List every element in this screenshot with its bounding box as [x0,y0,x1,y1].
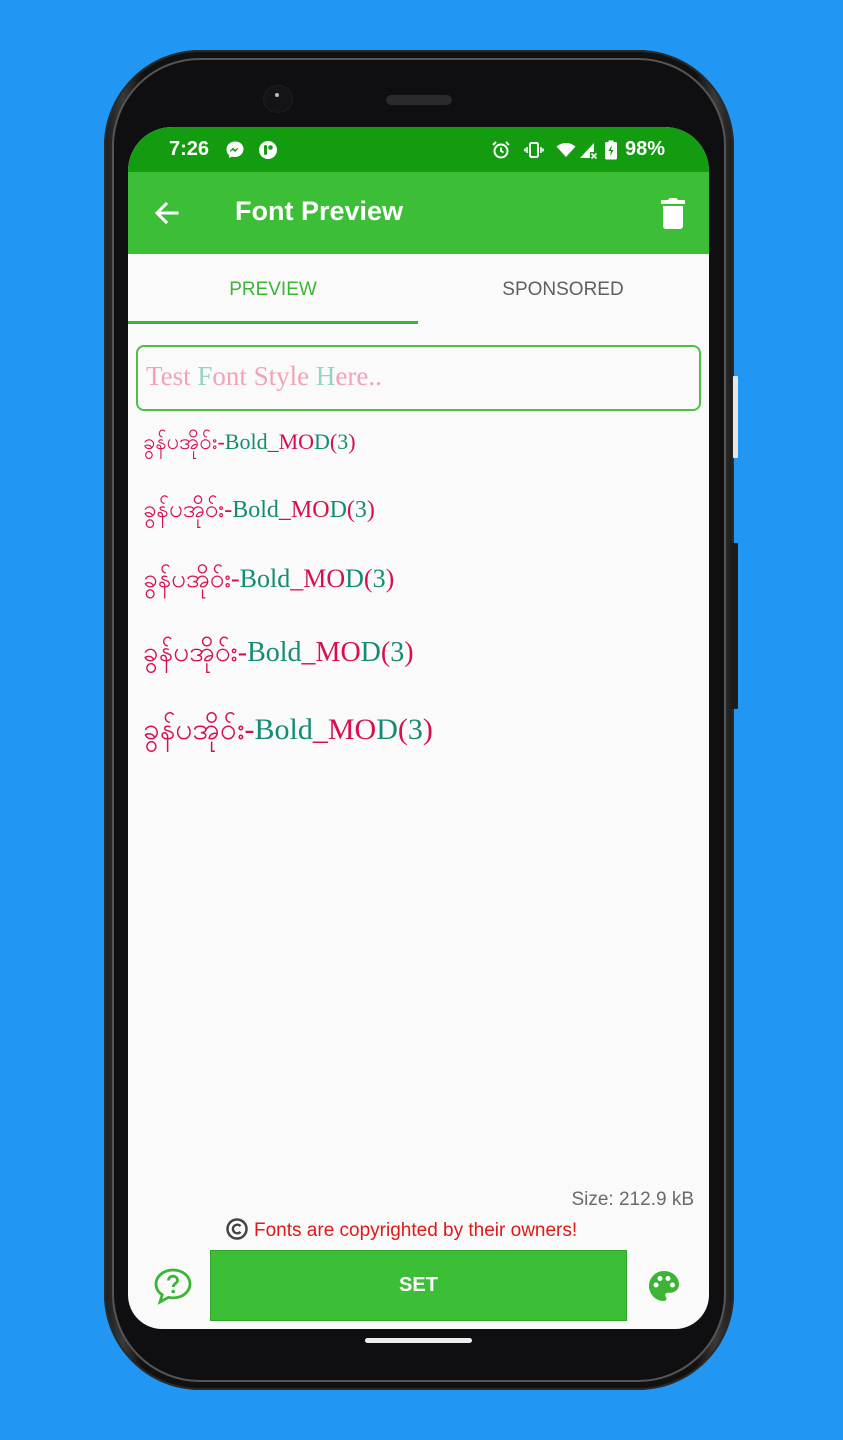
font-preview-line: ခွန်ပအိုဝ်း-Bold_MOD(3) [143,561,394,600]
preview-segment: _MO [290,564,346,593]
preview-segment: ) [348,429,356,454]
status-time: 7:26 [169,138,210,160]
preview-segment: ခွန်ပအိုဝ်း- [143,713,255,746]
preview-segment: 3 [354,497,367,523]
app-bar: Font Preview [128,172,709,254]
tab-bar: PREVIEW SPONSORED [128,254,709,326]
copyright-text: Fonts are copyrighted by their owners! [254,1220,578,1241]
tab-sponsored[interactable]: SPONSORED [418,254,708,326]
preview-segment: _MO [267,429,315,454]
preview-segment: ခွန်ပအိုဝ်း- [143,497,233,523]
placeholder-segment: H [315,361,336,391]
preview-segment: ခွန်ပအိုဝ်း- [143,429,225,454]
font-preview-line: ခွန်ပအိုဝ်း-Bold_MOD(3) [143,427,356,460]
home-gesture-bar[interactable] [365,1338,472,1343]
volume-button [731,543,738,709]
app-notification-icon [259,141,278,159]
battery-percentage: 98% [625,138,666,160]
preview-segment: Bold [239,564,291,593]
placeholder-segment: Test [146,361,198,391]
preview-segment: Bold [232,497,279,523]
preview-segment: 3 [390,637,405,668]
font-preview-line: ခွန်ပအိုဝ်း-Bold_MOD(3) [143,493,375,529]
preview-segment: _MO [301,637,361,668]
preview-segment: ( [363,564,373,593]
preview-segment: Bold [224,429,268,454]
preview-segment: D [360,637,381,668]
preview-segment: 3 [372,564,386,593]
preview-segment: ခွန်ပအိုဝ်း- [143,564,240,593]
help-bubble-icon[interactable] [153,1267,193,1305]
preview-segment: ) [366,497,375,523]
alarm-icon [492,141,510,159]
status-bar: 7:26 98% [128,127,709,172]
preview-segment: ( [346,497,355,523]
placeholder-segment: ont Style [212,361,316,391]
preview-segment: D [345,564,364,593]
wifi-icon [556,143,576,157]
copyright-icon [226,1218,248,1240]
cell-signal-off-icon [580,143,598,160]
preview-segment: ခွန်ပအိုဝ်း- [143,637,248,668]
font-preview-line: ခွန်ပအိုဝ်း-Bold_MOD(3) [143,709,433,754]
arrow-left-icon[interactable] [150,196,184,230]
preview-segment: ) [385,564,395,593]
set-font-button[interactable]: SET [210,1250,627,1321]
earpiece-speaker [386,95,452,105]
preview-segment: D [314,429,330,454]
preview-segment: D [376,713,398,746]
screen: 7:26 98% Font Preview PREVIEW SPONSORED … [128,127,709,1329]
preview-segment: 3 [337,429,349,454]
front-camera [264,86,292,112]
copyright-notice: Fonts are copyrighted by their owners! [226,1218,577,1242]
placeholder-segment: ere.. [335,361,382,391]
battery-charging-icon [605,140,617,160]
preview-segment: ) [404,637,414,668]
preview-segment: Bold [247,637,302,668]
preview-segment: Bold [254,713,313,746]
preview-segment: 3 [407,713,423,746]
preview-segment: ( [397,713,408,746]
placeholder-segment: F [197,361,213,391]
messenger-icon [226,141,244,158]
preview-segment: ) [422,713,433,746]
active-tab-indicator [128,321,418,324]
font-size-label: Size: 212.9 kB [571,1189,694,1210]
trash-icon[interactable] [657,196,689,230]
palette-icon[interactable] [647,1269,681,1303]
tab-preview[interactable]: PREVIEW [128,254,418,326]
preview-segment: ( [380,637,391,668]
page-title: Font Preview [235,196,404,226]
font-preview-line: ခွန်ပအိုဝ်း-Bold_MOD(3) [143,633,414,675]
power-button [733,376,738,458]
preview-segment: D [329,497,347,523]
test-font-input[interactable]: Test Font Style Here.. [136,345,701,411]
preview-segment: _MO [278,497,330,523]
vibrate-icon [524,142,544,158]
preview-segment: _MO [312,713,377,746]
